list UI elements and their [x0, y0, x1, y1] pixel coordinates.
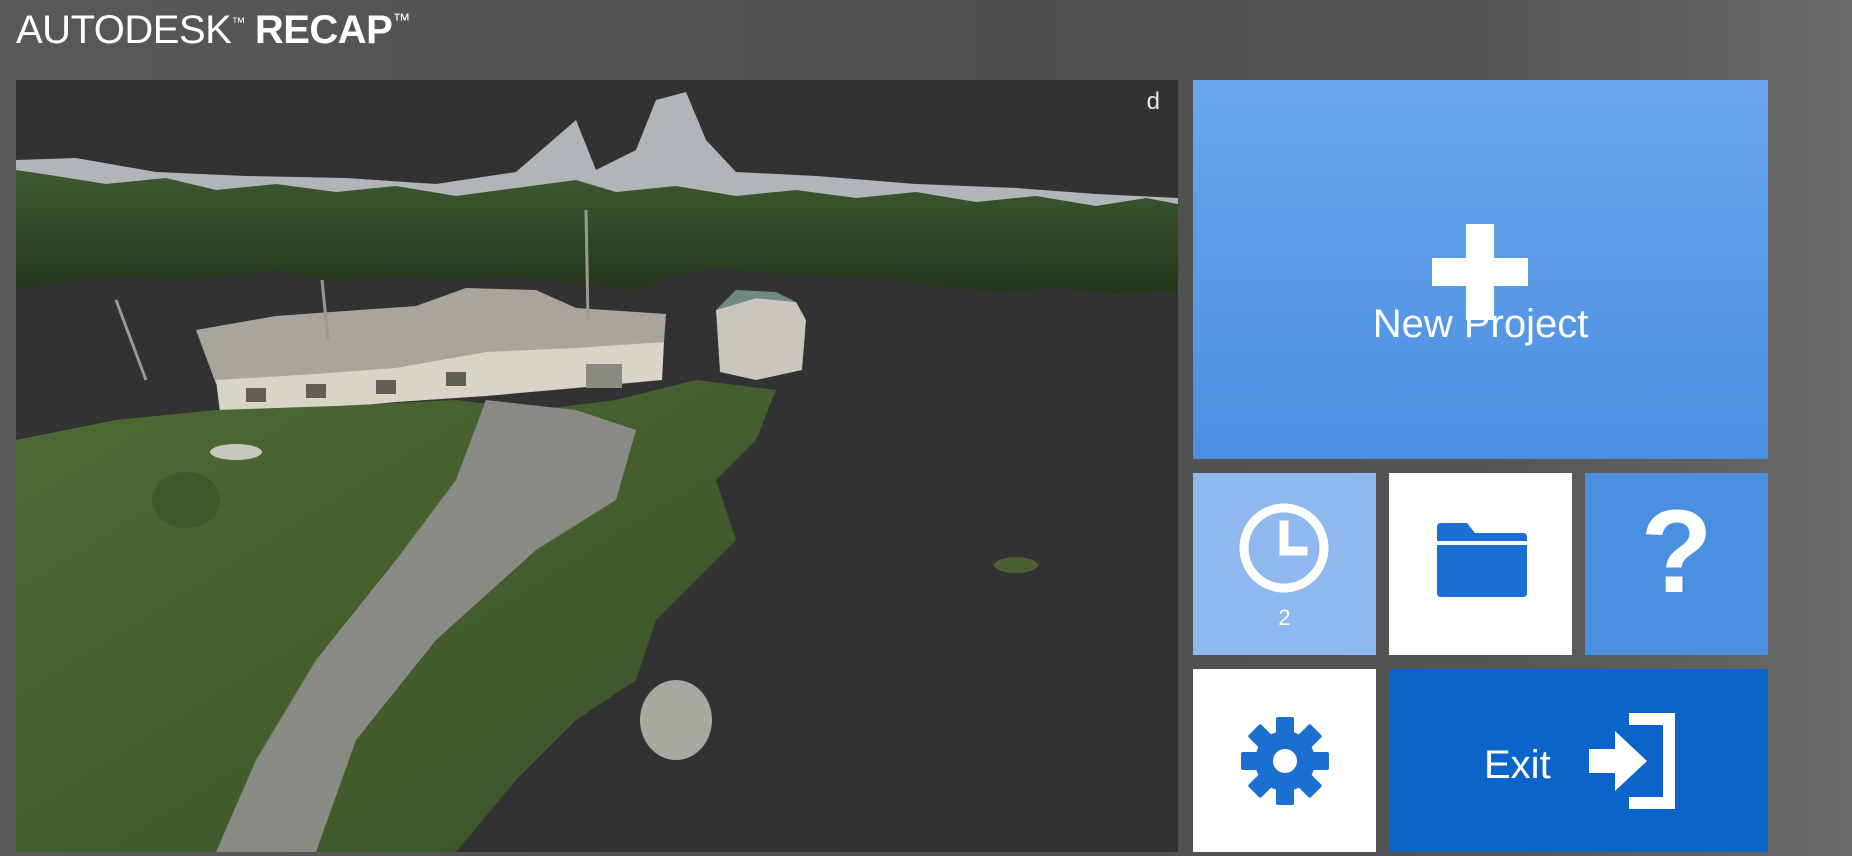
viewport-corner-label: d [1146, 88, 1160, 115]
exit-door-icon [1589, 713, 1675, 809]
product-trademark: ™ [392, 10, 410, 30]
app-title: AUTODESK™ RECAP™ [16, 8, 410, 53]
recent-count: 2 [1278, 605, 1291, 630]
shed [716, 290, 806, 380]
new-project-tile[interactable]: New Project [1193, 80, 1768, 459]
exit-tile[interactable]: Exit [1389, 669, 1768, 852]
new-project-label: New Project [1372, 302, 1589, 346]
product-name: RECAP [254, 8, 393, 52]
folder-icon [1437, 523, 1527, 597]
gear-icon [1241, 717, 1329, 805]
help-icon: ? [1640, 486, 1713, 618]
house [196, 288, 666, 412]
clock-icon [1239, 503, 1329, 593]
brand-name: AUTODESK [16, 8, 232, 52]
settings-tile[interactable] [1193, 669, 1376, 852]
scan-preview-viewport[interactable]: d [16, 80, 1178, 852]
exit-label: Exit [1484, 743, 1551, 787]
point-cloud-scene [16, 92, 1178, 852]
help-tile[interactable]: ? [1585, 473, 1768, 655]
open-project-tile[interactable] [1389, 473, 1572, 655]
recent-projects-tile[interactable]: 2 [1193, 473, 1376, 655]
brand-trademark: ™ [231, 14, 245, 30]
